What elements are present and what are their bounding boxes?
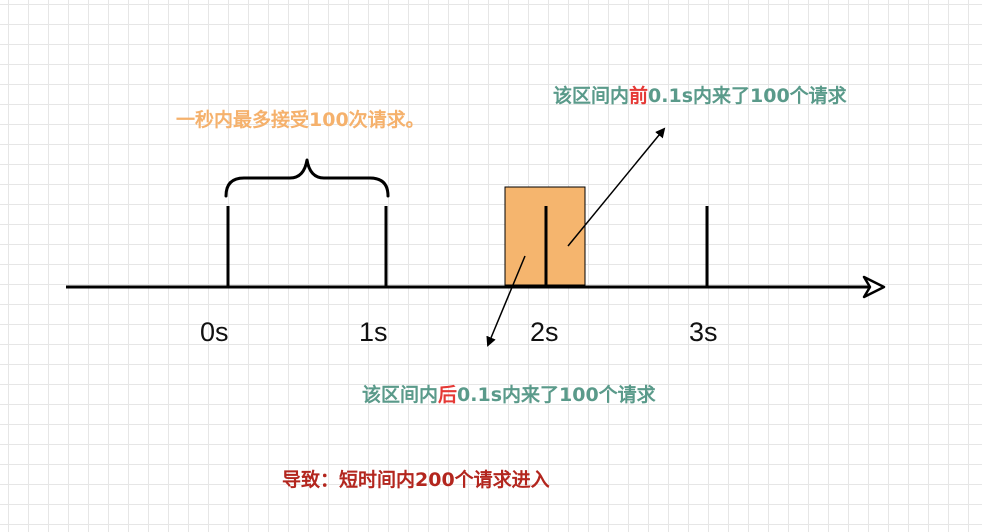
bottom-note-suffix: 0.1s内来了100个请求 [457,384,656,406]
bottom-note-prefix: 该区间内 [362,384,439,406]
tick-label-3s: 3s [689,317,718,347]
tick-label-1s: 1s [359,317,388,347]
bottom-note-highlight: 后 [438,384,458,406]
top-note: 该区间内前0.1s内来了100个请求 [553,81,847,108]
top-note-highlight: 前 [629,85,649,107]
tick-label-0s: 0s [200,317,229,347]
tick-label-2s: 2s [530,317,559,347]
curly-brace [224,158,390,198]
timeline-diagram [66,127,886,347]
top-note-suffix: 0.1s内来了100个请求 [648,85,847,107]
bottom-note: 该区间内后0.1s内来了100个请求 [362,380,656,407]
top-note-prefix: 该区间内 [553,85,630,107]
conclusion-text: 导致：短时间内200个请求进入 [282,469,550,491]
brace-label: 一秒内最多接受100次请求。 [176,109,425,131]
